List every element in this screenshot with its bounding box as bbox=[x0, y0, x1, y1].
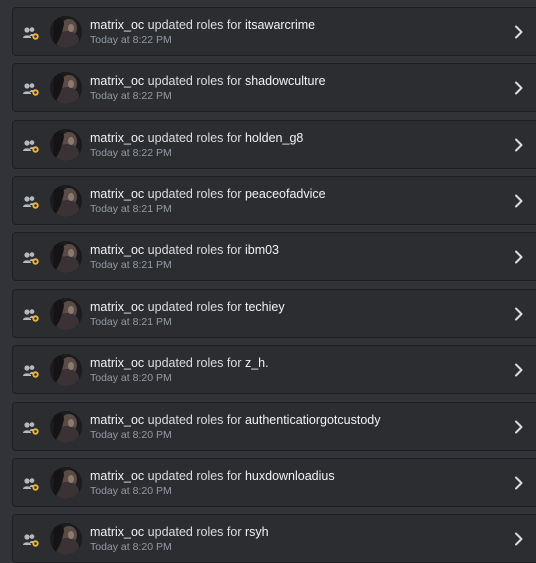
audit-log-entry[interactable]: matrix_oc updated roles for huxdownloadi… bbox=[12, 458, 536, 507]
timestamp: Today at 8:22 PM bbox=[90, 147, 172, 159]
chevron-right-icon[interactable] bbox=[514, 532, 524, 546]
chevron-right-icon[interactable] bbox=[514, 194, 524, 208]
action-text: updated roles for bbox=[147, 413, 242, 427]
target-name[interactable]: shadowculture bbox=[245, 74, 326, 88]
members-role-update-icon bbox=[23, 82, 39, 96]
action-text: updated roles for bbox=[147, 74, 242, 88]
avatar[interactable] bbox=[50, 298, 82, 330]
actor-name[interactable]: matrix_oc bbox=[90, 187, 144, 201]
entry-text: matrix_oc updated roles for huxdownloadi… bbox=[90, 468, 335, 484]
target-name[interactable]: itsawarcrime bbox=[245, 18, 315, 32]
target-name[interactable]: z_h. bbox=[245, 356, 269, 370]
entry-text: matrix_oc updated roles for rsyh bbox=[90, 524, 269, 540]
action-text: updated roles for bbox=[147, 131, 242, 145]
chevron-right-icon[interactable] bbox=[514, 250, 524, 264]
chevron-right-icon[interactable] bbox=[514, 25, 524, 39]
audit-log-entry[interactable]: matrix_oc updated roles for z_h. Today a… bbox=[12, 345, 536, 394]
avatar[interactable] bbox=[50, 411, 82, 443]
members-role-update-icon bbox=[23, 308, 39, 322]
actor-name[interactable]: matrix_oc bbox=[90, 413, 144, 427]
target-name[interactable]: huxdownloadius bbox=[245, 469, 335, 483]
actor-name[interactable]: matrix_oc bbox=[90, 18, 144, 32]
actor-name[interactable]: matrix_oc bbox=[90, 469, 144, 483]
entry-text: matrix_oc updated roles for ibm03 bbox=[90, 242, 279, 258]
target-name[interactable]: rsyh bbox=[245, 525, 269, 539]
chevron-right-icon[interactable] bbox=[514, 363, 524, 377]
timestamp: Today at 8:20 PM bbox=[90, 372, 172, 384]
target-name[interactable]: holden_g8 bbox=[245, 131, 303, 145]
target-name[interactable]: ibm03 bbox=[245, 243, 279, 257]
members-role-update-icon bbox=[23, 421, 39, 435]
entry-text: matrix_oc updated roles for itsawarcrime bbox=[90, 17, 315, 33]
timestamp: Today at 8:22 PM bbox=[90, 90, 172, 102]
timestamp: Today at 8:21 PM bbox=[90, 259, 172, 271]
audit-log-entry[interactable]: matrix_oc updated roles for peaceofadvic… bbox=[12, 176, 536, 225]
audit-log-entry[interactable]: matrix_oc updated roles for authenticati… bbox=[12, 402, 536, 451]
action-text: updated roles for bbox=[147, 356, 242, 370]
audit-log-entry[interactable]: matrix_oc updated roles for ibm03 Today … bbox=[12, 232, 536, 281]
entry-text: matrix_oc updated roles for holden_g8 bbox=[90, 130, 303, 146]
chevron-right-icon[interactable] bbox=[514, 476, 524, 490]
avatar[interactable] bbox=[50, 185, 82, 217]
actor-name[interactable]: matrix_oc bbox=[90, 356, 144, 370]
avatar[interactable] bbox=[50, 467, 82, 499]
action-text: updated roles for bbox=[147, 187, 242, 201]
actor-name[interactable]: matrix_oc bbox=[90, 131, 144, 145]
timestamp: Today at 8:20 PM bbox=[90, 429, 172, 441]
avatar[interactable] bbox=[50, 354, 82, 386]
audit-log-entry[interactable]: matrix_oc updated roles for itsawarcrime… bbox=[12, 7, 536, 56]
timestamp: Today at 8:21 PM bbox=[90, 316, 172, 328]
actor-name[interactable]: matrix_oc bbox=[90, 300, 144, 314]
audit-log-entry[interactable]: matrix_oc updated roles for shadowcultur… bbox=[12, 63, 536, 112]
audit-log-entry[interactable]: matrix_oc updated roles for holden_g8 To… bbox=[12, 120, 536, 169]
members-role-update-icon bbox=[23, 533, 39, 547]
target-name[interactable]: authenticatiorgotcustody bbox=[245, 413, 381, 427]
entry-text: matrix_oc updated roles for peaceofadvic… bbox=[90, 186, 326, 202]
members-role-update-icon bbox=[23, 26, 39, 40]
audit-log-entry[interactable]: matrix_oc updated roles for techiey Toda… bbox=[12, 289, 536, 338]
actor-name[interactable]: matrix_oc bbox=[90, 243, 144, 257]
chevron-right-icon[interactable] bbox=[514, 420, 524, 434]
avatar[interactable] bbox=[50, 72, 82, 104]
action-text: updated roles for bbox=[147, 300, 242, 314]
actor-name[interactable]: matrix_oc bbox=[90, 74, 144, 88]
members-role-update-icon bbox=[23, 364, 39, 378]
action-text: updated roles for bbox=[147, 18, 242, 32]
target-name[interactable]: techiey bbox=[245, 300, 285, 314]
members-role-update-icon bbox=[23, 477, 39, 491]
audit-log-entry[interactable]: matrix_oc updated roles for rsyh Today a… bbox=[12, 514, 536, 563]
members-role-update-icon bbox=[23, 251, 39, 265]
timestamp: Today at 8:20 PM bbox=[90, 485, 172, 497]
target-name[interactable]: peaceofadvice bbox=[245, 187, 326, 201]
timestamp: Today at 8:22 PM bbox=[90, 34, 172, 46]
chevron-right-icon[interactable] bbox=[514, 81, 524, 95]
members-role-update-icon bbox=[23, 195, 39, 209]
entry-text: matrix_oc updated roles for techiey bbox=[90, 299, 285, 315]
members-role-update-icon bbox=[23, 139, 39, 153]
action-text: updated roles for bbox=[147, 243, 242, 257]
timestamp: Today at 8:21 PM bbox=[90, 203, 172, 215]
entry-text: matrix_oc updated roles for z_h. bbox=[90, 355, 269, 371]
avatar[interactable] bbox=[50, 523, 82, 555]
entry-text: matrix_oc updated roles for shadowcultur… bbox=[90, 73, 326, 89]
action-text: updated roles for bbox=[147, 469, 242, 483]
avatar[interactable] bbox=[50, 129, 82, 161]
actor-name[interactable]: matrix_oc bbox=[90, 525, 144, 539]
chevron-right-icon[interactable] bbox=[514, 138, 524, 152]
avatar[interactable] bbox=[50, 16, 82, 48]
action-text: updated roles for bbox=[147, 525, 242, 539]
entry-text: matrix_oc updated roles for authenticati… bbox=[90, 412, 380, 428]
avatar[interactable] bbox=[50, 241, 82, 273]
chevron-right-icon[interactable] bbox=[514, 307, 524, 321]
